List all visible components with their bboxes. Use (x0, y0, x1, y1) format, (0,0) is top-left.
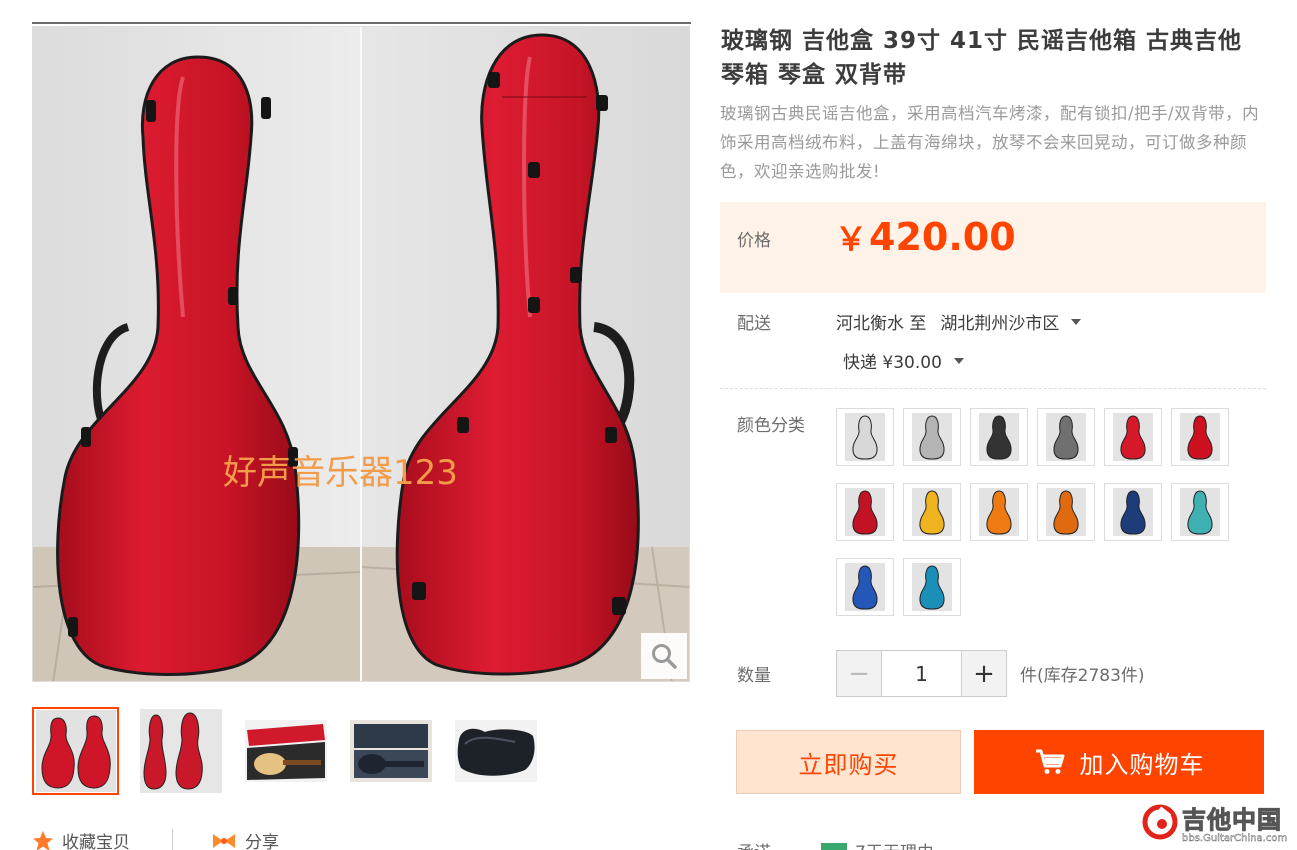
promise-label: 承诺 (737, 838, 771, 850)
top-divider (32, 22, 691, 24)
lobster-logo-icon (1142, 804, 1178, 840)
quantity-stepper: − + (836, 650, 1007, 697)
photo-back-view (362, 27, 689, 681)
swatch-image (1113, 488, 1153, 536)
stock-info: 件(库存2783件) (1020, 666, 1145, 686)
thumbnail-red-cases-front-back[interactable] (32, 707, 119, 795)
swatch-image (979, 413, 1019, 461)
color-swatch-white[interactable] (836, 408, 894, 466)
thumbnail-open-case-with-guitar[interactable] (242, 707, 329, 795)
color-swatch-blue[interactable] (903, 558, 961, 616)
shipping-destination-select[interactable]: 湖北荆州沙市区 (940, 309, 1082, 334)
color-swatch-navy[interactable] (1104, 483, 1162, 541)
shipping-destination: 湖北荆州沙市区 (940, 314, 1060, 334)
swatch-image (1113, 413, 1153, 461)
swatch-image (845, 413, 885, 461)
shipping-origin: 河北衡水 至 (836, 314, 927, 334)
thumbnail-strip (32, 707, 539, 795)
color-swatch-gray[interactable] (1037, 408, 1095, 466)
color-swatch-teal[interactable] (1171, 483, 1229, 541)
swatch-image (1046, 413, 1086, 461)
swatch-image (912, 488, 952, 536)
color-swatch-orange-dark[interactable] (1037, 483, 1095, 541)
price-panel: 价格 ￥420.00 (720, 202, 1266, 293)
bottom-actions: 收藏宝贝 分享 (32, 828, 279, 850)
zoom-button[interactable] (641, 633, 687, 679)
color-label: 颜色分类 (737, 416, 805, 436)
photo-front-view (33, 27, 360, 681)
price-label: 价格 (737, 231, 771, 251)
action-separator (172, 828, 173, 850)
promise-icon (821, 842, 847, 850)
add-to-cart-button[interactable]: 加入购物车 (974, 730, 1264, 794)
site-name: 吉他中国 (1181, 806, 1282, 835)
share-button[interactable]: 分享 (211, 828, 279, 850)
color-swatch-red-open[interactable] (836, 483, 894, 541)
color-swatch-red-pair[interactable] (1171, 408, 1229, 466)
site-url: bbs.GuitarChina.com (1182, 833, 1288, 844)
swatch-image (979, 488, 1019, 536)
promise-text: 7天无理由 (855, 838, 934, 850)
quantity-decrease-button[interactable]: − (837, 651, 881, 696)
shipping-method-select[interactable]: 快递 ¥30.00 (843, 348, 964, 373)
color-swatch-red[interactable] (1104, 408, 1162, 466)
swatch-image (912, 413, 952, 461)
product-title: 玻璃钢 吉他盒 39寸 41寸 民谣吉他箱 古典吉他琴箱 琴盒 双背带 (721, 28, 1243, 88)
share-label: 分享 (245, 833, 279, 850)
color-swatch-silver[interactable] (903, 408, 961, 466)
magnifier-icon (652, 644, 677, 669)
section-divider (720, 388, 1266, 389)
promise-row: 承诺 7天无理由 (737, 838, 934, 850)
color-swatch-orange[interactable] (970, 483, 1028, 541)
shipping-route: 河北衡水 至 湖北荆州沙市区 (836, 309, 1082, 334)
quantity-label: 数量 (737, 666, 771, 686)
star-icon (33, 830, 53, 850)
cart-icon (1035, 749, 1064, 774)
color-swatch-grid (836, 408, 1256, 616)
swatch-image (845, 488, 885, 536)
swatch-image (845, 563, 885, 611)
promise-badge: 7天无理由 (821, 838, 934, 850)
buy-now-button[interactable]: 立即购买 (736, 730, 961, 794)
thumbnail-open-case-interior[interactable] (347, 707, 434, 795)
quantity-input[interactable] (881, 651, 962, 696)
image-watermark: 好声音乐器123 (223, 453, 458, 493)
swatch-image (1180, 488, 1220, 536)
quantity-increase-button[interactable]: + (962, 651, 1006, 696)
color-swatch-black[interactable] (970, 408, 1028, 466)
chevron-down-icon (1071, 318, 1082, 325)
swatch-image (1180, 413, 1220, 461)
shipping-method: 快递 ¥30.00 (843, 353, 942, 373)
shipping-label: 配送 (737, 314, 771, 334)
add-to-cart-label: 加入购物车 (1079, 750, 1205, 779)
color-swatch-yellow[interactable] (903, 483, 961, 541)
main-product-image[interactable]: 好声音乐器123 (32, 26, 690, 682)
favorite-label: 收藏宝贝 (62, 833, 130, 850)
color-swatch-blue-white[interactable] (836, 558, 894, 616)
product-subtitle: 玻璃钢古典民谣吉他盒，采用高档汽车烤漆，配有锁扣/把手/双背带，内饰采用高档绒布… (720, 104, 1260, 181)
swatch-image (1046, 488, 1086, 536)
favorite-button[interactable]: 收藏宝贝 (32, 828, 130, 850)
price-value: ￥420.00 (835, 214, 1016, 260)
price-currency: ￥ (835, 220, 868, 258)
chevron-down-icon (953, 357, 964, 364)
site-watermark-logo: 吉他中国 bbs.GuitarChina.com (1140, 798, 1295, 846)
thumbnail-black-case-top[interactable] (452, 707, 539, 795)
swatch-image (912, 563, 952, 611)
thumbnail-red-case-side[interactable] (137, 707, 224, 795)
price-amount: 420.00 (869, 215, 1016, 259)
share-icon (213, 833, 235, 848)
